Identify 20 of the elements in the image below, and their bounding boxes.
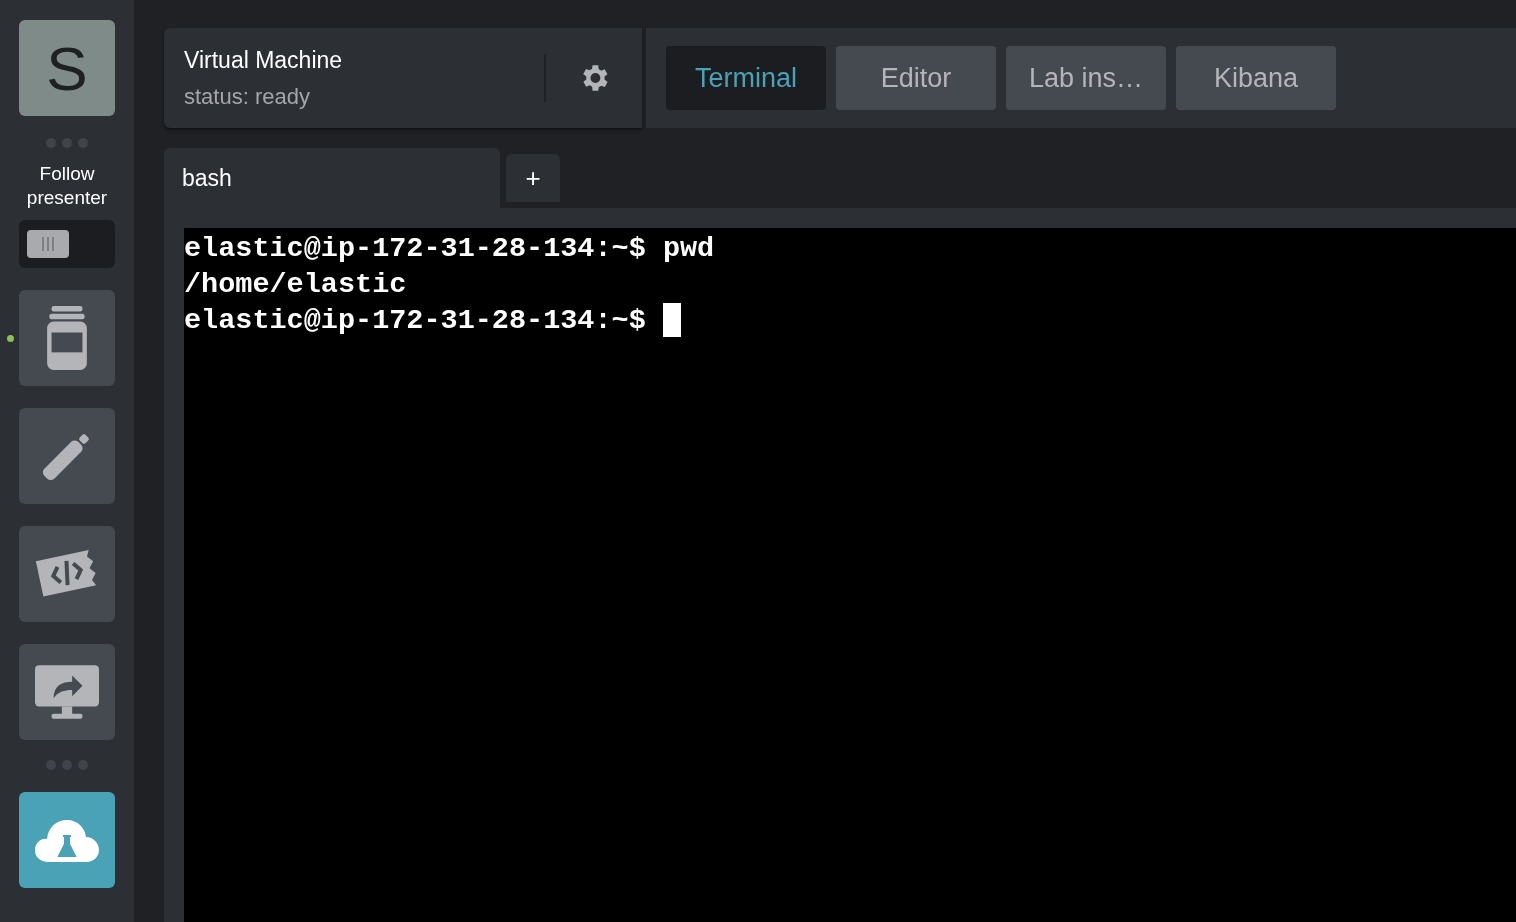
terminal-line: elastic@ip-172-31-28-134:~$ pwd xyxy=(184,231,715,265)
avatar: S xyxy=(19,20,115,116)
tab[interactable]: Lab ins… xyxy=(1006,46,1166,110)
follow-label: Follow presenter xyxy=(25,162,109,210)
lab-button[interactable] xyxy=(19,792,115,888)
tab[interactable]: Editor xyxy=(836,46,996,110)
vm-title: Virtual Machine xyxy=(184,46,344,74)
follow-toggle[interactable] xyxy=(19,220,115,268)
terminal[interactable]: elastic@ip-172-31-28-134:~$ pwd /home/elastic elastic@ip-172-31-28-134:~$ xyxy=(184,228,1516,922)
vm-status: status: ready xyxy=(184,83,311,110)
add-tab-button[interactable]: + xyxy=(506,154,560,202)
tool-button[interactable] xyxy=(19,408,115,504)
tab[interactable]: Terminal xyxy=(666,46,826,110)
tool-button[interactable] xyxy=(19,290,115,386)
shell-tab[interactable]: bash xyxy=(164,148,500,208)
tab[interactable]: Kibana xyxy=(1176,46,1336,110)
tool-button[interactable] xyxy=(19,644,115,740)
terminal-line: elastic@ip-172-31-28-134:~$ xyxy=(184,303,647,337)
terminal-line: /home/elastic xyxy=(184,267,407,301)
tool-button[interactable] xyxy=(19,526,115,622)
